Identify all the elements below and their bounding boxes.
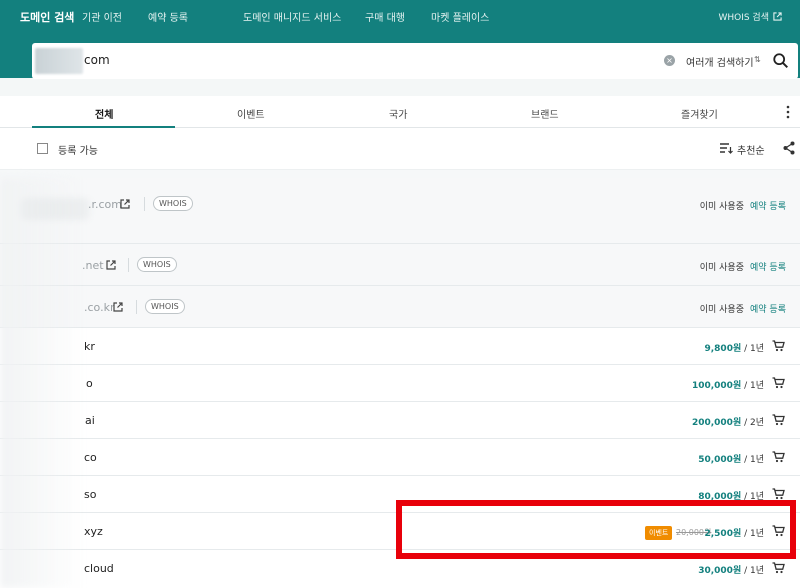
search-box[interactable]: com × 여러개 검색하기 ⇅ <box>32 43 798 79</box>
sort-arrows-icon: ⇅ <box>754 55 761 64</box>
status-label: 이미 사용중 <box>699 305 744 315</box>
nav-marketplace[interactable]: 마켓 플레이스 <box>431 9 489 24</box>
search-blurred-text <box>35 48 83 74</box>
status-label: 이미 사용중 <box>699 263 744 273</box>
domain-name[interactable]: co <box>84 451 97 464</box>
nav-domain-search[interactable]: 도메인 검색 <box>20 9 74 25</box>
share-icon[interactable] <box>783 141 795 155</box>
price-label: 200,000원 / 2년 <box>692 415 764 428</box>
price-period: / 1년 <box>741 455 764 465</box>
domain-name[interactable]: .co.kr <box>84 301 114 314</box>
sort-recommended[interactable]: 추천순 <box>737 142 765 157</box>
sort-icon[interactable] <box>719 142 733 154</box>
price-label: 100,000원 / 1년 <box>692 378 764 391</box>
tab-all[interactable]: 전체 <box>95 106 113 121</box>
whois-button[interactable]: WHOIS <box>153 196 193 211</box>
domain-name[interactable]: o <box>86 377 93 390</box>
price-label: 30,000원 / 1년 <box>698 563 764 576</box>
price-amount: 9,800원 <box>704 344 742 354</box>
price-amount: 100,000원 <box>691 381 742 391</box>
domain-name[interactable]: xyz <box>84 525 103 538</box>
external-link-icon[interactable] <box>113 302 123 312</box>
external-link-icon[interactable] <box>106 260 116 270</box>
domain-row: o 100,000원 / 1년 <box>0 365 800 402</box>
cart-icon[interactable] <box>772 340 785 352</box>
domain-row: .net WHOIS 이미 사용중 예약 등록 <box>0 244 800 286</box>
price-amount: 30,000원 <box>698 566 742 576</box>
divider <box>128 258 129 272</box>
domain-row: co 50,000원 / 1년 <box>0 439 800 476</box>
reserve-link[interactable]: 예약 등록 <box>750 260 786 273</box>
price-amount: 50,000원 <box>698 455 742 465</box>
nav-managed-service[interactable]: 도메인 매니지드 서비스 <box>243 9 341 24</box>
domain-row: kr 9,800원 / 1년 <box>0 328 800 365</box>
tab-country[interactable]: 국가 <box>389 106 407 121</box>
nav-purchase-agency[interactable]: 구매 대행 <box>365 9 405 24</box>
external-link-icon <box>773 12 782 21</box>
category-tabs: 전체 이벤트 국가 브랜드 즐겨찾기 <box>0 96 800 128</box>
search-input[interactable]: com <box>84 53 110 67</box>
price-period: / 2년 <box>741 418 764 428</box>
price-period: / 1년 <box>741 566 764 576</box>
price-label: 9,800원 / 1년 <box>704 341 764 354</box>
more-icon[interactable] <box>786 105 790 119</box>
clear-icon[interactable]: × <box>664 55 675 66</box>
tab-brand[interactable]: 브랜드 <box>531 106 559 121</box>
whois-button[interactable]: WHOIS <box>137 257 177 272</box>
external-link-icon[interactable] <box>120 199 130 209</box>
domain-name[interactable]: ai <box>85 414 95 427</box>
highlight-box <box>396 500 796 559</box>
reserve-link[interactable]: 예약 등록 <box>750 199 786 212</box>
domain-row: .r.com WHOIS 이미 사용중 예약 등록 <box>0 178 800 244</box>
divider <box>144 197 145 211</box>
domain-name[interactable]: kr <box>84 340 95 353</box>
list-gap <box>0 170 800 178</box>
reserve-link[interactable]: 예약 등록 <box>750 302 786 315</box>
price-period: / 1년 <box>741 381 764 391</box>
domain-name[interactable]: cloud <box>84 562 114 575</box>
domain-name[interactable]: .r.com <box>88 198 122 211</box>
multi-search-button[interactable]: 여러개 검색하기 <box>686 54 754 69</box>
filter-bar: 등록 가능 추천순 <box>0 128 800 170</box>
available-only-checkbox[interactable] <box>37 143 48 154</box>
tab-event[interactable]: 이벤트 <box>237 106 265 121</box>
domain-name[interactable]: .net <box>82 259 104 272</box>
available-only-label[interactable]: 등록 가능 <box>58 142 98 157</box>
top-nav: 도메인 검색 기관 이전 예약 등록 도메인 매니지드 서비스 구매 대행 마켓… <box>0 0 800 30</box>
cart-icon[interactable] <box>772 562 785 574</box>
blurred-domain <box>20 198 90 220</box>
nav-whois-search[interactable]: WHOIS 검색 <box>718 10 782 23</box>
search-icon[interactable] <box>772 52 790 70</box>
nav-reservation[interactable]: 예약 등록 <box>148 9 188 24</box>
status-label: 이미 사용중 <box>699 202 744 212</box>
price-label: 50,000원 / 1년 <box>698 452 764 465</box>
cart-icon[interactable] <box>772 451 785 463</box>
domain-name[interactable]: so <box>84 488 96 501</box>
nav-transfer[interactable]: 기관 이전 <box>82 9 122 24</box>
whois-search-label: WHOIS 검색 <box>718 13 769 23</box>
domain-row: .co.kr WHOIS 이미 사용중 예약 등록 <box>0 286 800 328</box>
cart-icon[interactable] <box>772 414 785 426</box>
tab-favorites[interactable]: 즐겨찾기 <box>681 106 718 121</box>
cart-icon[interactable] <box>772 488 785 500</box>
cart-icon[interactable] <box>772 377 785 389</box>
price-amount: 200,000원 <box>691 418 742 428</box>
search-band-lower <box>0 78 800 96</box>
divider <box>136 300 137 314</box>
price-period: / 1년 <box>741 344 764 354</box>
whois-button[interactable]: WHOIS <box>145 299 185 314</box>
domain-row: ai 200,000원 / 2년 <box>0 402 800 439</box>
